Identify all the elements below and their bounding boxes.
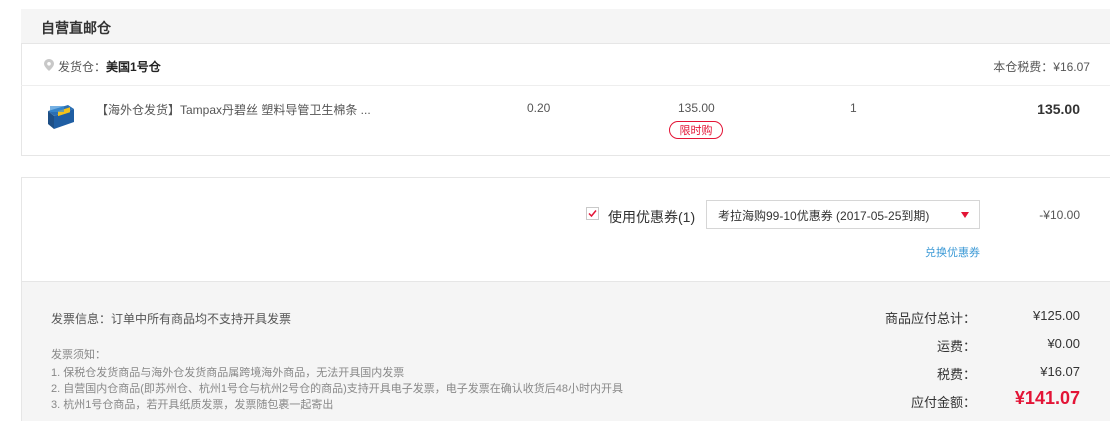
goods-total-value: ¥125.00 [1033,308,1080,323]
warehouse-name: 美国1号仓 [106,60,161,74]
invoice-notes-title: 发票须知： [51,349,106,361]
invoice-notes: 发票须知： 1. 保税仓发货商品与海外仓发货商品属跨境海外商品，无法开具国内发票… [51,347,623,413]
goods-total-label: 商品应付总计： [884,311,976,326]
tax-label: 税费： [936,367,976,382]
coupon-select-value[interactable]: 考拉海购99-10优惠券 (2017-05-25到期) [718,207,929,224]
coupon-section [21,177,1110,281]
divider [21,85,1110,86]
total-value: ¥141.07 [1014,388,1080,408]
product-weight: 0.20 [527,101,551,115]
dropdown-caret-icon[interactable] [961,212,969,218]
product-price: 135.00 [678,101,715,115]
warehouse-info: 发货仓：美国1号仓 [58,58,161,75]
checkmark-icon [588,210,597,218]
invoice-note: 2. 自营国内仓商品(即苏州仓、杭州1号仓与杭州2号仓的商品)支持开具电子发票，… [51,383,624,395]
location-pin-icon [44,59,54,71]
section-title: 自营直邮仓 [41,20,111,36]
product-quantity: 1 [850,101,857,115]
product-subtotal: 135.00 [1037,101,1080,117]
section-header [21,9,1110,44]
tax-value: ¥16.07 [1040,364,1080,379]
shipping-value: ¥0.00 [1047,336,1080,351]
shipping-label: 运费： [936,339,976,354]
total-label: 应付金额： [910,395,976,410]
coupon-discount: -¥10.00 [1039,208,1080,222]
product-name[interactable]: 【海外仓发货】Tampax丹碧丝 塑料导管卫生棉条 ... [96,101,371,118]
use-coupon-checkbox[interactable] [586,207,599,220]
invoice-note: 1. 保税仓发货商品与海外仓发货商品属跨境海外商品，无法开具国内发票 [51,367,405,379]
redeem-coupon-link[interactable]: 兑换优惠券 [925,244,980,260]
flash-sale-badge: 限时购 [669,121,723,139]
warehouse-tax: 本仓税费：¥16.07 [993,60,1090,74]
warehouse-label: 发货仓： [58,60,107,74]
invoice-info: 发票信息：订单中所有商品均不支持开具发票 [51,312,292,326]
product-thumbnail[interactable] [46,103,76,131]
invoice-note: 3. 杭州1号仓商品，若开具纸质发票，发票随包裹一起寄出 [51,399,334,411]
use-coupon-label[interactable]: 使用优惠券(1) [608,207,695,227]
